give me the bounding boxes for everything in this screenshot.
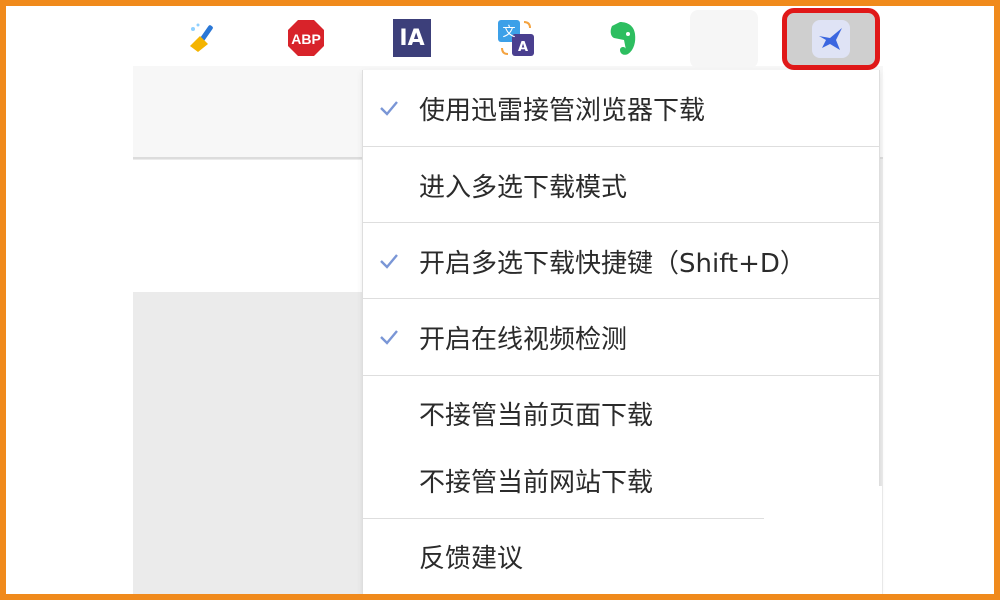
ia-icon[interactable]: IA [392, 18, 432, 58]
broom-icon[interactable] [184, 18, 224, 58]
svg-text:文: 文 [502, 25, 515, 40]
menu-separator [363, 298, 879, 299]
svg-text:ABP: ABP [291, 31, 321, 47]
menu-separator [363, 146, 879, 147]
check-icon [380, 254, 398, 269]
menu-item-multi-select-shortcut[interactable]: 开启多选下载快捷键（Shift+D） [363, 241, 879, 281]
menu-item-video-detection[interactable]: 开启在线视频检测 [363, 317, 879, 357]
thunder-bird-icon [812, 20, 850, 58]
evernote-icon[interactable] [602, 18, 642, 58]
translate-icon[interactable]: 文 A [496, 18, 536, 58]
blank-extension-slot[interactable] [690, 10, 758, 68]
menu-separator [363, 222, 879, 223]
menu-item-multi-select-mode[interactable]: 进入多选下载模式 [363, 165, 879, 205]
menu-item-take-over-downloads[interactable]: 使用迅雷接管浏览器下载 [363, 88, 879, 128]
background-corner [764, 486, 882, 596]
check-icon [380, 101, 398, 116]
thunder-extension-button[interactable] [782, 8, 880, 70]
check-icon [380, 330, 398, 345]
menu-item-skip-page[interactable]: 不接管当前页面下载 [363, 393, 879, 433]
svg-text:A: A [518, 40, 528, 55]
adblock-plus-icon[interactable]: ABP [286, 18, 326, 58]
page-content-area [133, 160, 363, 292]
menu-separator [363, 375, 879, 376]
